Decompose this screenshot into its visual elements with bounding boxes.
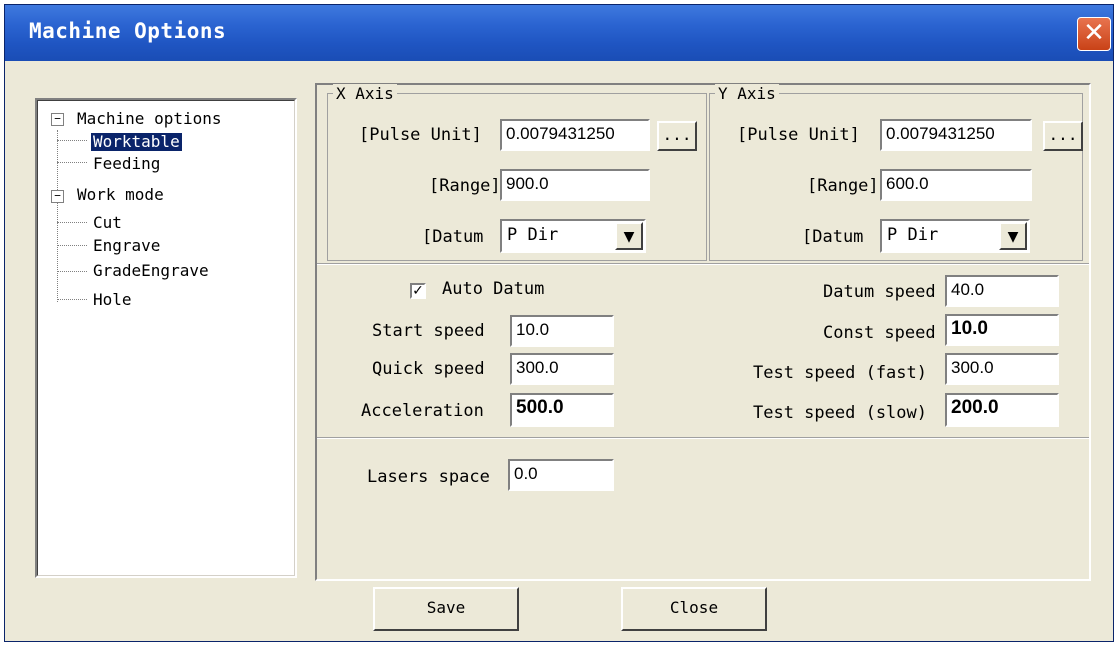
tree-connector — [57, 222, 87, 223]
tree-item-work-mode[interactable]: Work mode — [77, 186, 164, 204]
chevron-down-icon[interactable]: ▼ — [999, 222, 1027, 250]
section-divider — [317, 263, 1089, 265]
test-speed-slow-label: Test speed (slow) — [753, 403, 927, 423]
tree-item-hole[interactable]: Hole — [93, 291, 132, 309]
x-range-input[interactable]: 900.0 — [500, 169, 650, 201]
expand-collapse-icon[interactable]: − — [51, 190, 64, 203]
lasers-space-label: Lasers space — [367, 467, 490, 487]
machine-options-dialog: Machine Options ✕ − Machine options Work… — [4, 4, 1114, 642]
tree-connector — [57, 203, 58, 302]
tree-connector — [57, 299, 87, 300]
tree-connector — [57, 271, 87, 272]
options-tree[interactable]: − Machine options Worktable Feeding − Wo… — [35, 98, 297, 578]
const-speed-label: Const speed — [823, 323, 936, 343]
lasers-space-input[interactable]: 0.0 — [508, 459, 614, 491]
y-pulse-unit-input[interactable]: 0.0079431250 — [880, 119, 1032, 151]
y-pulse-unit-browse-button[interactable]: ... — [1043, 121, 1083, 151]
x-datum-value: P Dir — [507, 225, 559, 245]
expand-collapse-icon[interactable]: − — [51, 113, 64, 126]
tree-item-engrave[interactable]: Engrave — [93, 237, 160, 255]
section-divider — [317, 437, 1089, 439]
close-window-button[interactable]: ✕ — [1077, 17, 1111, 51]
x-datum-label: [Datum — [422, 227, 484, 247]
tree-item-cut[interactable]: Cut — [93, 214, 122, 232]
y-range-label: [Range] — [807, 176, 879, 196]
test-speed-slow-input[interactable]: 200.0 — [945, 393, 1059, 427]
acceleration-label: Acceleration — [361, 401, 484, 421]
acceleration-input[interactable]: 500.0 — [510, 393, 614, 427]
start-speed-input[interactable]: 10.0 — [510, 315, 614, 347]
auto-datum-checkbox[interactable]: ✓ — [410, 283, 426, 299]
start-speed-label: Start speed — [372, 321, 485, 341]
window-title: Machine Options — [29, 19, 227, 43]
chevron-down-icon[interactable]: ▼ — [615, 222, 643, 250]
close-button[interactable]: Close — [621, 587, 767, 631]
y-axis-group-label: Y Axis — [715, 84, 779, 103]
y-pulse-unit-label: [Pulse Unit] — [737, 125, 860, 145]
y-range-input[interactable]: 600.0 — [880, 169, 1032, 201]
tree-connector — [57, 140, 87, 141]
settings-panel: X Axis [Pulse Unit] 0.0079431250 ... [Ra… — [315, 83, 1091, 581]
tree-item-machine-options[interactable]: Machine options — [77, 110, 222, 128]
auto-datum-label: Auto Datum — [442, 279, 545, 299]
x-datum-select[interactable]: P Dir ▼ — [500, 219, 646, 253]
x-pulse-unit-input[interactable]: 0.0079431250 — [500, 119, 650, 151]
y-datum-value: P Dir — [887, 225, 939, 245]
test-speed-fast-input[interactable]: 300.0 — [945, 353, 1059, 385]
datum-speed-input[interactable]: 40.0 — [945, 275, 1059, 307]
tree-item-feeding[interactable]: Feeding — [93, 155, 160, 173]
title-bar[interactable]: Machine Options ✕ — [5, 5, 1113, 61]
datum-speed-label: Datum speed — [823, 282, 936, 302]
x-axis-group-label: X Axis — [333, 84, 397, 103]
test-speed-fast-label: Test speed (fast) — [753, 363, 927, 383]
x-pulse-unit-browse-button[interactable]: ... — [657, 121, 697, 151]
tree-frame — [37, 100, 295, 576]
y-datum-select[interactable]: P Dir ▼ — [880, 219, 1030, 253]
quick-speed-input[interactable]: 300.0 — [510, 353, 614, 385]
x-pulse-unit-label: [Pulse Unit] — [359, 125, 482, 145]
tree-item-grade-engrave[interactable]: GradeEngrave — [93, 262, 209, 280]
tree-item-worktable[interactable]: Worktable — [91, 133, 182, 151]
const-speed-input[interactable]: 10.0 — [945, 314, 1059, 346]
tree-connector — [57, 245, 87, 246]
x-range-label: [Range] — [429, 176, 501, 196]
y-datum-label: [Datum — [802, 227, 864, 247]
quick-speed-label: Quick speed — [372, 359, 485, 379]
save-button[interactable]: Save — [373, 587, 519, 631]
tree-connector — [57, 162, 87, 163]
